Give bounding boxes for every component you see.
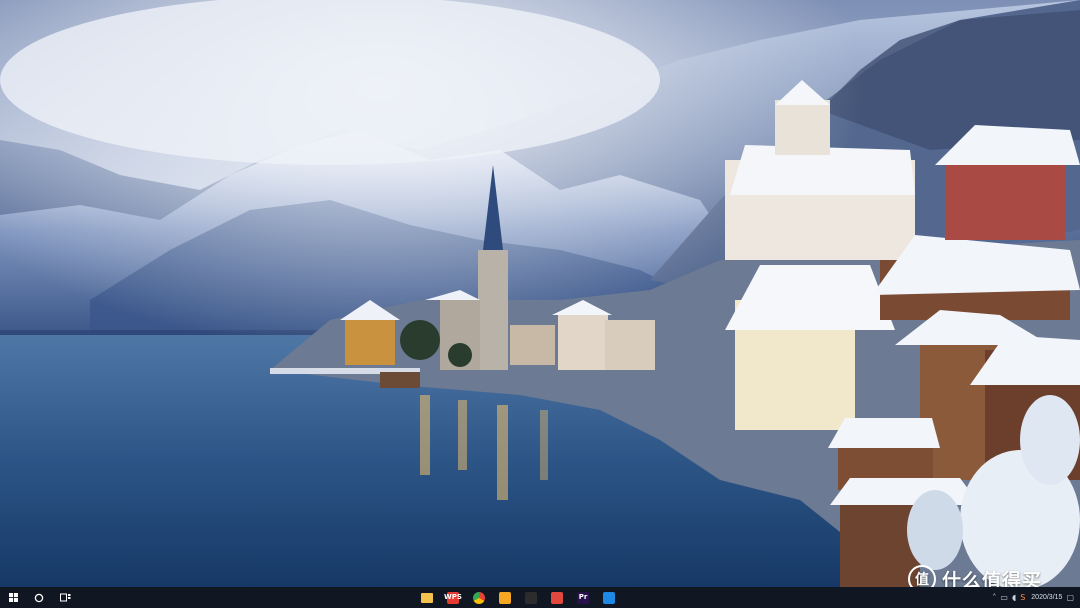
premiere-icon: Pr: [577, 591, 589, 604]
ime-icon[interactable]: S: [1020, 593, 1025, 602]
pinned-apps: WPS Pr: [414, 587, 622, 608]
task-view-icon: [59, 593, 70, 602]
folder-icon: [421, 592, 433, 603]
taskbar: WPS Pr ˄ ▭ ◖ S 2020/3/15 ▢: [0, 587, 1080, 608]
start-button[interactable]: [0, 587, 26, 608]
windows-logo-icon: [8, 593, 18, 602]
notification-icon[interactable]: ▢: [1066, 593, 1074, 602]
taskbar-app-premiere[interactable]: Pr: [570, 587, 596, 608]
cortana-circle-icon: [34, 593, 44, 602]
task-view-button[interactable]: [52, 587, 78, 608]
dash-icon: [525, 591, 537, 604]
clock-date: 2020/3/15: [1031, 593, 1063, 601]
search-button[interactable]: [26, 587, 52, 608]
taskbar-app-chrome[interactable]: [466, 587, 492, 608]
volume-icon[interactable]: ◖: [1012, 593, 1016, 602]
desktop[interactable]: [0, 0, 1080, 587]
chevron-up-icon[interactable]: ˄: [992, 593, 996, 602]
blue-pin-icon: [603, 591, 615, 604]
taskbar-app-file-explorer[interactable]: [414, 587, 440, 608]
chrome-icon: [473, 591, 485, 604]
network-icon[interactable]: ▭: [1000, 593, 1008, 602]
taskbar-app-app-blue[interactable]: [596, 587, 622, 608]
red-square-icon: [551, 591, 563, 604]
taskbar-app-photo-app[interactable]: [492, 587, 518, 608]
system-tray: ˄ ▭ ◖ S 2020/3/15 ▢: [992, 587, 1074, 608]
wps-icon: WPS: [444, 591, 462, 604]
photo-icon: [499, 591, 511, 604]
taskbar-app-media-app[interactable]: [518, 587, 544, 608]
taskbar-app-wps[interactable]: WPS: [440, 587, 466, 608]
taskbar-app-app-red[interactable]: [544, 587, 570, 608]
wallpaper-image: [0, 0, 1080, 587]
clock[interactable]: 2020/3/15: [1031, 594, 1062, 602]
